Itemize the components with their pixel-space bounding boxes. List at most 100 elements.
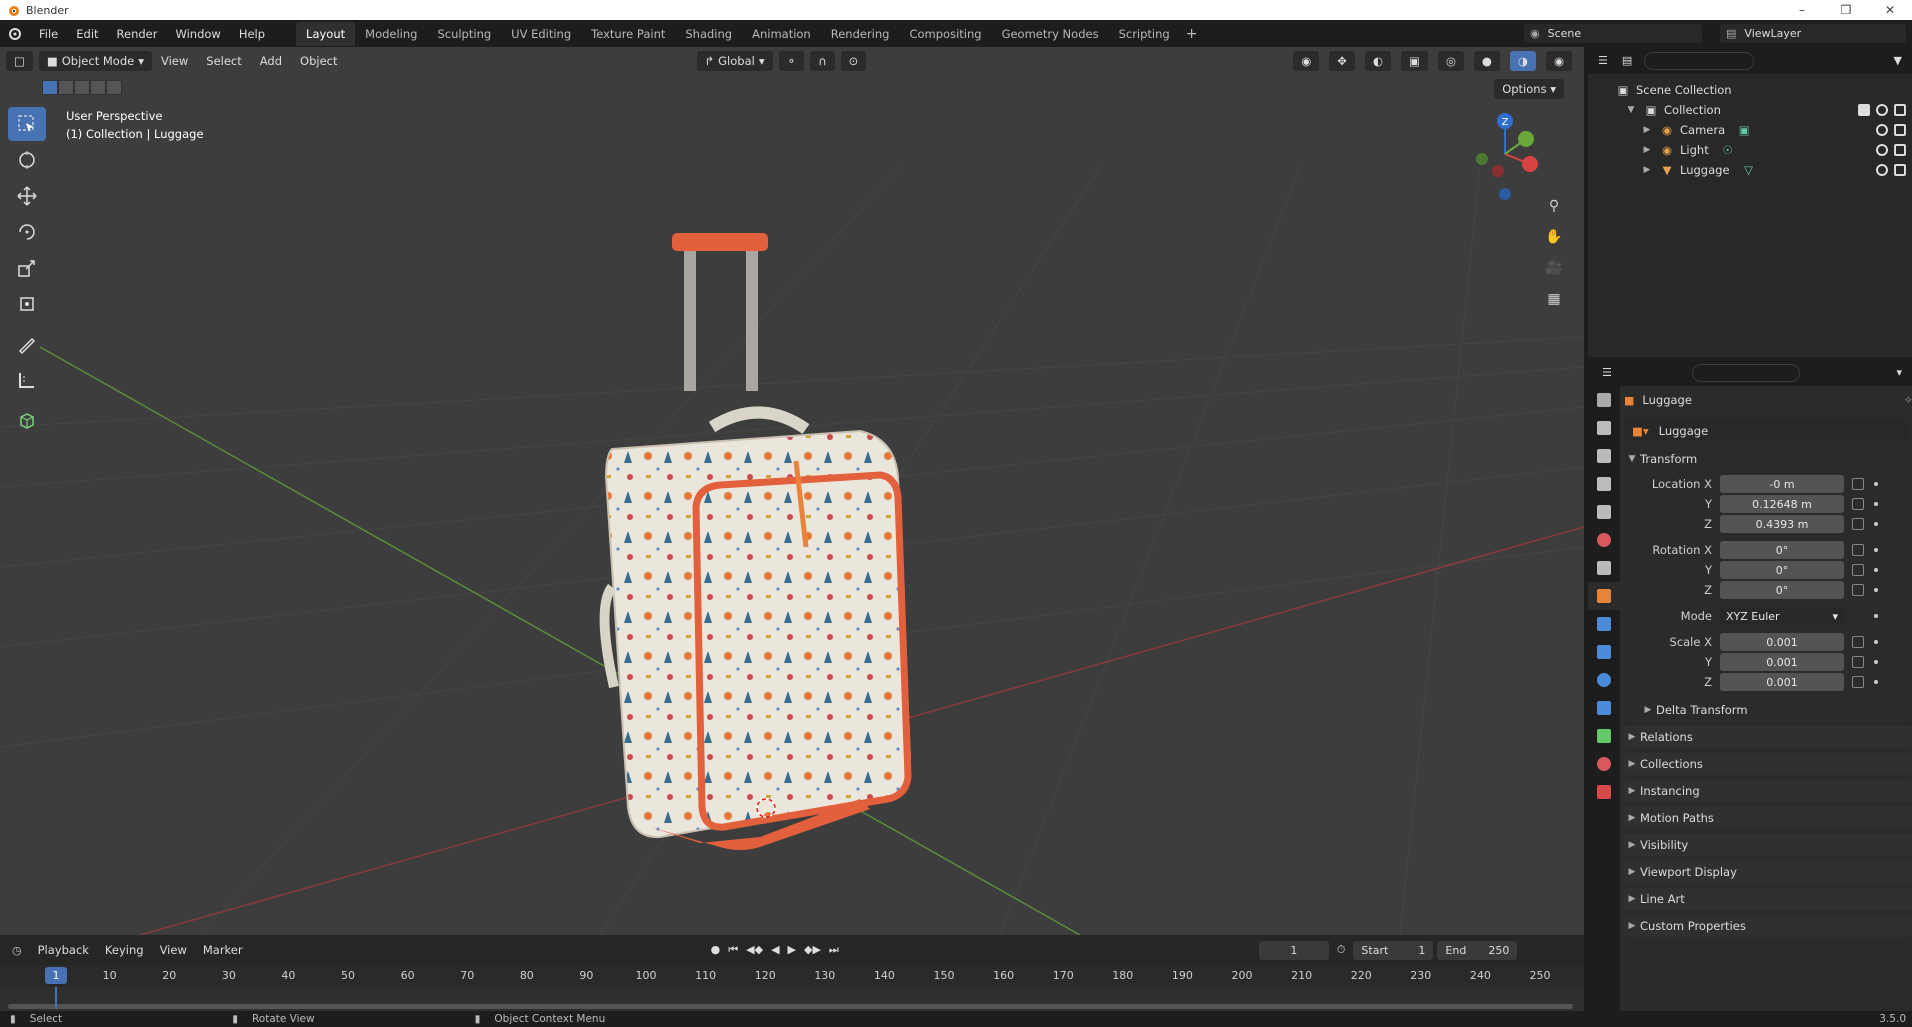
tab-modifiers[interactable] <box>1588 610 1620 638</box>
camera-view-button[interactable]: 🎥 <box>1540 254 1568 282</box>
editor-type-button[interactable]: □ <box>6 50 33 71</box>
panel-motion-paths[interactable]: ▶ Motion Paths <box>1624 807 1912 829</box>
lock-icon[interactable] <box>1852 656 1864 668</box>
outliner-item-light[interactable]: ▶ ◉ Light ☉ <box>1588 140 1912 160</box>
menu-file[interactable]: File <box>30 27 67 41</box>
render-camera-icon[interactable] <box>1894 144 1906 156</box>
shading-wireframe-button[interactable]: ◎ <box>1437 50 1464 71</box>
lock-icon[interactable] <box>1852 498 1864 510</box>
menu-edit[interactable]: Edit <box>67 27 107 41</box>
keyframe-dot-icon[interactable] <box>1874 680 1878 684</box>
include-checkbox[interactable] <box>1858 104 1870 116</box>
current-frame-marker[interactable]: 1 <box>45 967 67 984</box>
pan-button[interactable]: ✋ <box>1540 223 1568 251</box>
tab-constraints[interactable] <box>1588 694 1620 722</box>
keyframe-dot-icon[interactable] <box>1874 548 1878 552</box>
lock-icon[interactable] <box>1852 564 1864 576</box>
minimize-button[interactable]: – <box>1780 3 1824 17</box>
tool-cursor[interactable] <box>8 143 46 177</box>
expand-arrow-icon[interactable]: ▶ <box>1640 123 1654 137</box>
select-mode-new[interactable] <box>42 80 58 95</box>
outliner-search-input[interactable] <box>1644 51 1755 70</box>
keyframe-dot-icon[interactable] <box>1874 588 1878 592</box>
snap-button[interactable]: ∩ <box>810 50 835 71</box>
tool-measure[interactable] <box>8 363 46 397</box>
keyframe-dot-icon[interactable] <box>1874 568 1878 572</box>
scale-y-field[interactable]: 0.001 <box>1720 653 1844 671</box>
viewport-menu-object[interactable]: Object <box>291 54 346 68</box>
current-frame-field[interactable]: 1 <box>1258 940 1329 960</box>
expand-arrow-icon[interactable]: ▶ <box>1640 143 1654 157</box>
visibility-button[interactable]: ◉ <box>1293 50 1320 71</box>
menu-window[interactable]: Window <box>166 27 229 41</box>
luggage-object[interactable] <box>599 233 912 850</box>
transform-orientation-dropdown[interactable]: ↱ Global ▾ <box>696 50 773 71</box>
location-y-field[interactable]: 0.12648 m <box>1720 495 1844 513</box>
lock-icon[interactable] <box>1852 478 1864 490</box>
viewport-menu-view[interactable]: View <box>152 54 197 68</box>
timeline-menu-view[interactable]: View <box>152 943 195 957</box>
tab-texture[interactable] <box>1588 778 1620 806</box>
tab-tool[interactable] <box>1588 386 1620 414</box>
tab-sculpting[interactable]: Sculpting <box>427 22 501 46</box>
lock-icon[interactable] <box>1852 676 1864 688</box>
tab-layout[interactable]: Layout <box>296 21 356 46</box>
panel-line-art[interactable]: ▶ Line Art <box>1624 888 1912 910</box>
pivot-point-button[interactable]: ⚬ <box>778 50 805 71</box>
rotation-z-field[interactable]: 0° <box>1720 581 1844 599</box>
gizmo-neg-y-axis[interactable] <box>1476 153 1488 165</box>
viewport-menu-select[interactable]: Select <box>197 54 250 68</box>
timeline-menu-marker[interactable]: Marker <box>195 943 251 957</box>
tab-animation[interactable]: Animation <box>742 22 821 46</box>
tab-physics[interactable] <box>1588 666 1620 694</box>
viewport-menu-add[interactable]: Add <box>251 54 291 68</box>
panel-collections[interactable]: ▶ Collections <box>1624 753 1912 775</box>
proportional-edit-button[interactable]: ⊙ <box>840 50 867 71</box>
tab-compositing[interactable]: Compositing <box>899 22 991 46</box>
clock-editor-icon[interactable]: ◷ <box>0 944 30 957</box>
scene-selector[interactable]: ◉ Scene <box>1524 24 1702 43</box>
tool-annotate[interactable] <box>8 327 46 361</box>
tab-view-layer[interactable] <box>1588 470 1620 498</box>
menu-render[interactable]: Render <box>108 27 167 41</box>
panel-instancing[interactable]: ▶ Instancing <box>1624 780 1912 802</box>
panel-delta-transform[interactable]: ▶ Delta Transform <box>1640 699 1912 721</box>
gizmo-neg-x-axis[interactable] <box>1492 165 1504 177</box>
timeline-scrollbar[interactable] <box>8 1004 1573 1009</box>
properties-search-input[interactable] <box>1691 363 1800 382</box>
scale-z-field[interactable]: 0.001 <box>1720 673 1844 691</box>
gizmo-y-axis[interactable] <box>1518 131 1534 147</box>
pin-icon[interactable]: ⟡ <box>1905 393 1912 407</box>
object-name-field[interactable]: ■▾ Luggage <box>1624 421 1908 441</box>
play-reverse-icon[interactable]: ◀ <box>771 943 779 957</box>
outliner-scene-collection[interactable]: ▣ Scene Collection <box>1588 80 1912 100</box>
start-frame-field[interactable]: Start 1 <box>1353 940 1434 960</box>
rotation-y-field[interactable]: 0° <box>1720 561 1844 579</box>
tab-render[interactable] <box>1588 414 1620 442</box>
zoom-button[interactable]: ⚲ <box>1540 192 1568 220</box>
keyframe-dot-icon[interactable] <box>1874 482 1878 486</box>
tool-move[interactable] <box>8 179 46 213</box>
tab-scene[interactable] <box>1588 498 1620 526</box>
tab-world[interactable] <box>1588 526 1620 554</box>
tool-scale[interactable] <box>8 251 46 285</box>
tab-particles[interactable] <box>1588 638 1620 666</box>
keyframe-dot-icon[interactable] <box>1874 614 1878 618</box>
navigation-gizmo[interactable]: Z <box>1460 109 1550 209</box>
tool-rotate[interactable] <box>8 215 46 249</box>
shading-solid-button[interactable]: ● <box>1473 50 1500 71</box>
record-icon[interactable]: ● <box>711 943 721 957</box>
3d-viewport[interactable]: □ ■ Object Mode ▾ View Select Add Object… <box>0 47 1584 935</box>
mode-dropdown[interactable]: ■ Object Mode ▾ <box>38 50 152 71</box>
panel-custom-properties[interactable]: ▶ Custom Properties <box>1624 915 1912 937</box>
panel-transform[interactable]: ▼ Transform <box>1624 448 1912 470</box>
tab-data[interactable] <box>1588 722 1620 750</box>
shading-material-button[interactable]: ◑ <box>1509 50 1536 71</box>
gizmo-neg-z-axis[interactable] <box>1499 188 1511 200</box>
location-x-field[interactable]: -0 m <box>1720 475 1844 493</box>
rotation-mode-dropdown[interactable]: XYZ Euler ▾ <box>1720 607 1844 625</box>
blender-menu-icon[interactable] <box>0 26 30 42</box>
timeline-menu-keying[interactable]: Keying <box>97 943 152 957</box>
tool-select-box[interactable] <box>8 107 46 141</box>
select-mode-subtract[interactable] <box>74 80 90 95</box>
